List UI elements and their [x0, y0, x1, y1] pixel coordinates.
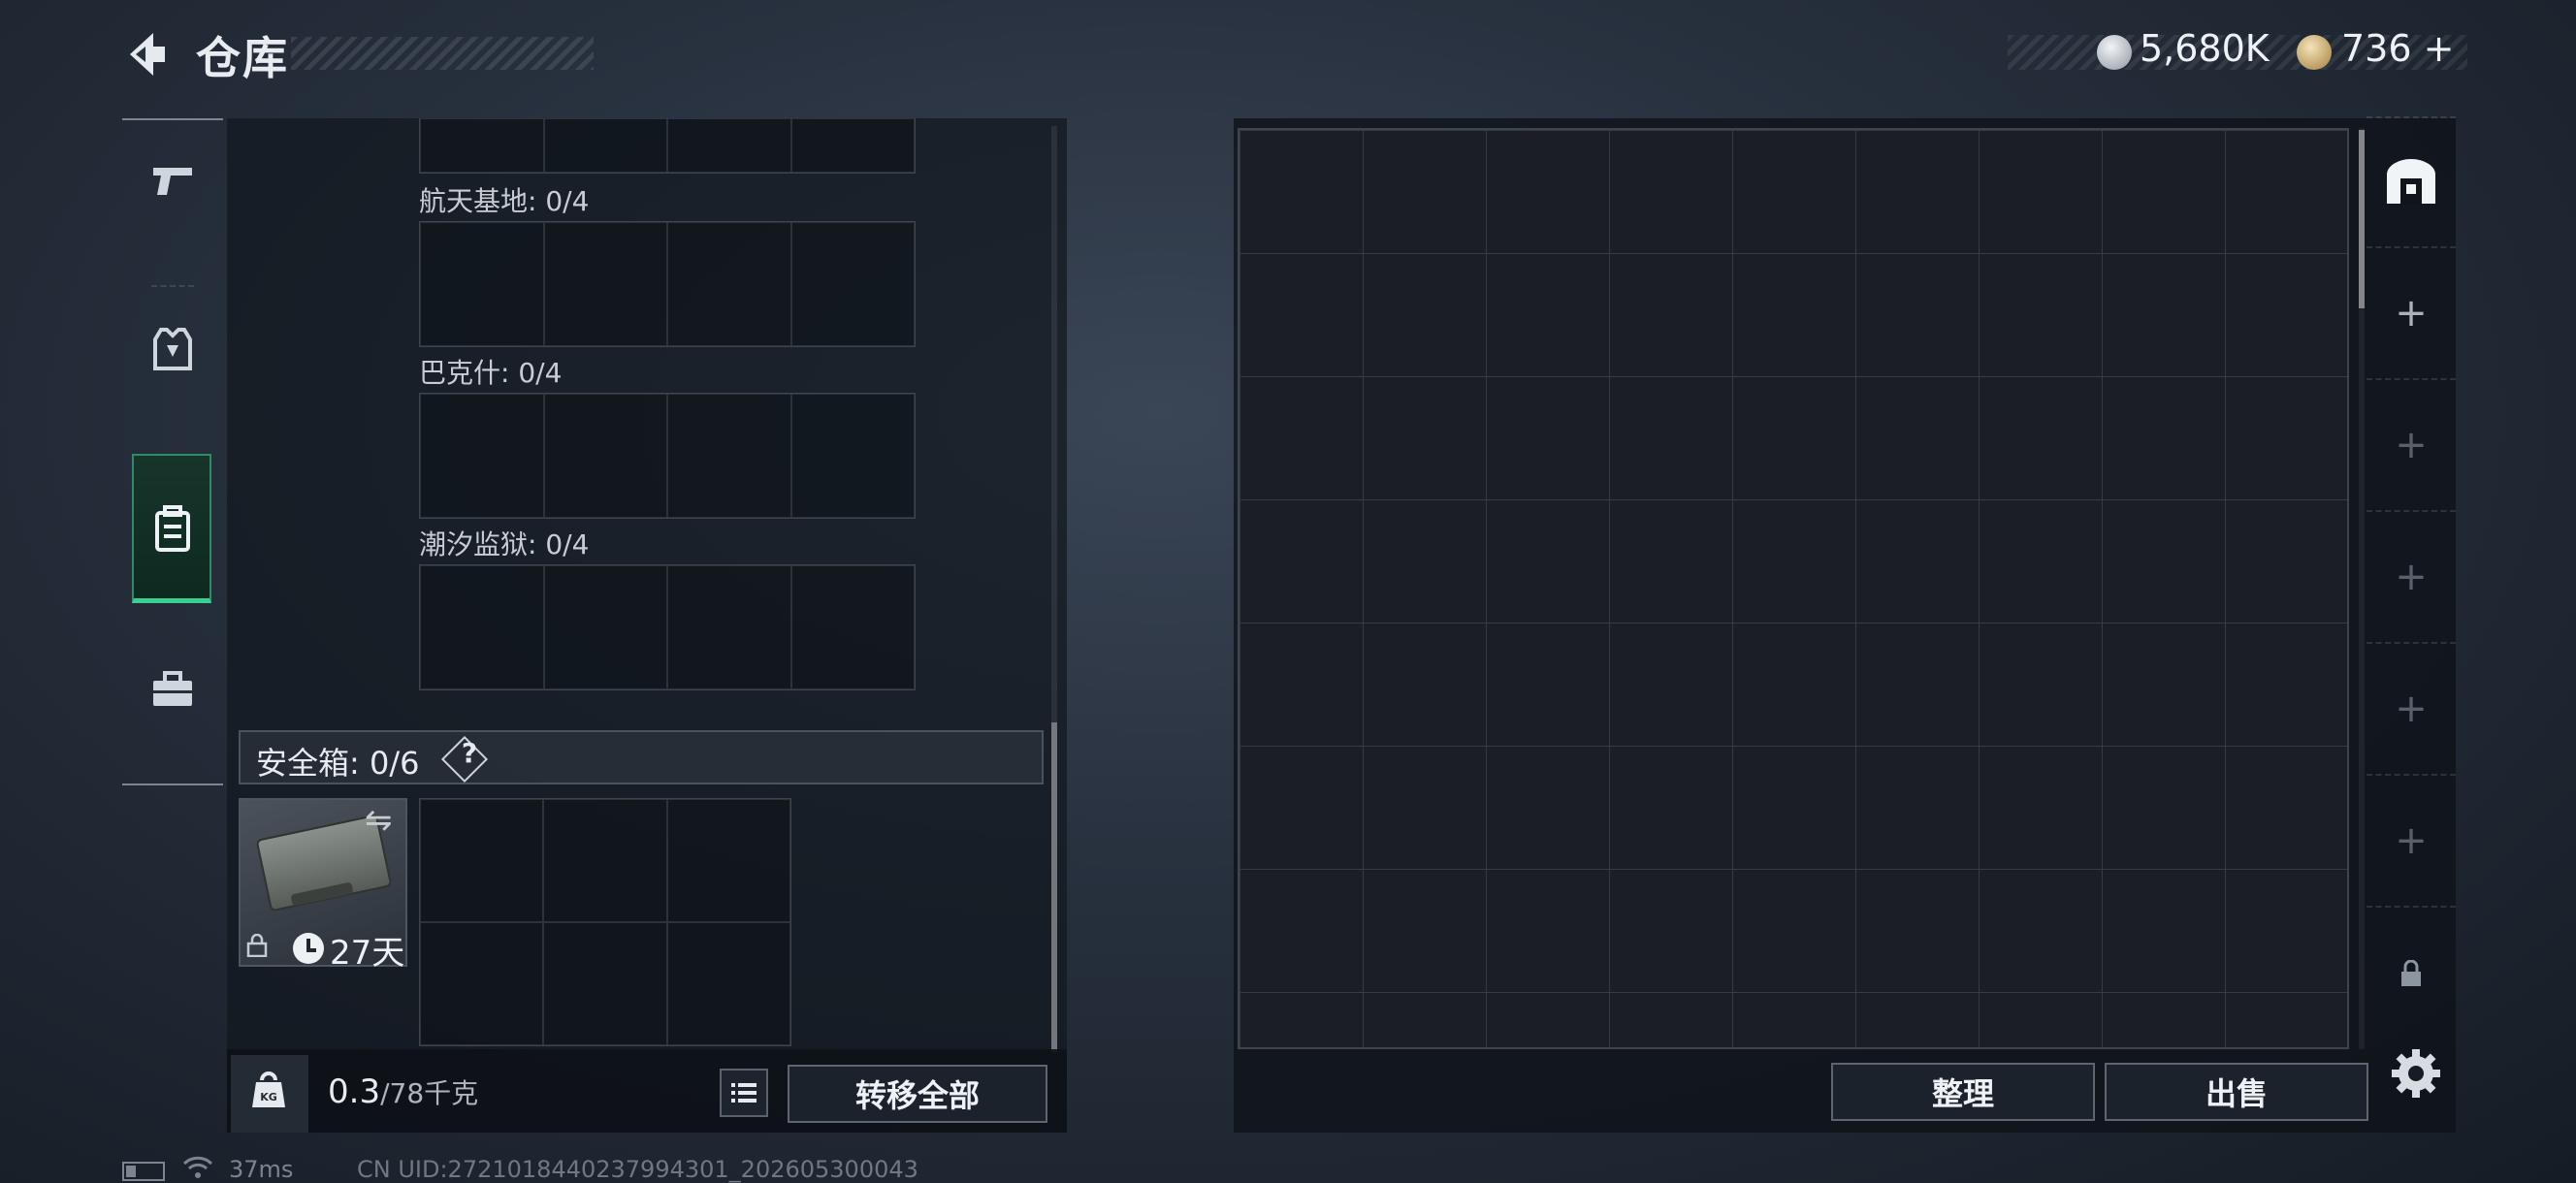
pistol-icon [153, 168, 192, 195]
storage-scrollbar-thumb[interactable] [1051, 722, 1057, 1052]
armor-vest-icon [153, 328, 192, 370]
swap-icon[interactable]: ⇋ [365, 801, 393, 840]
lock-icon [2401, 960, 2421, 986]
svg-text:KG: KG [260, 1091, 277, 1103]
secure-box-grid[interactable] [419, 798, 791, 1046]
gear-icon[interactable] [2388, 1045, 2444, 1102]
silver-coin-icon [2097, 35, 2132, 70]
page-title: 仓库 [196, 32, 289, 84]
gold-coin-icon [2297, 35, 2332, 70]
silver-currency-value: 5,680K [2140, 27, 2270, 70]
weight-icon: KG [252, 1071, 285, 1107]
wifi-icon [182, 1156, 213, 1178]
map-slot-label: 巴克什: 0/4 [419, 357, 563, 389]
container-tab-backpack[interactable] [2367, 116, 2456, 248]
add-container-slot[interactable]: + [2367, 644, 2456, 776]
weight-readout: 0.3/78千克 [328, 1072, 479, 1111]
nav-weapons[interactable] [134, 126, 211, 233]
add-container-slot[interactable]: + [2367, 248, 2456, 380]
sell-button[interactable]: 出售 [2105, 1063, 2368, 1121]
add-container-slot[interactable]: + [2367, 512, 2456, 644]
add-currency-button[interactable]: + [2424, 27, 2455, 70]
gold-currency-value: 736 + [2341, 27, 2455, 70]
battery-level [126, 1166, 136, 1177]
sort-button[interactable]: 整理 [1831, 1063, 2095, 1121]
nav-backpack[interactable] [134, 475, 211, 582]
slot-grid-partial[interactable] [419, 118, 916, 174]
secure-box-label: 安全箱: 0/6 [256, 745, 420, 782]
backpack-scrollbar-thumb[interactable] [2359, 130, 2365, 308]
map-slot-label: 航天基地: 0/4 [419, 185, 590, 217]
add-container-slot[interactable]: + [2367, 776, 2456, 908]
add-container-slot[interactable]: + [2367, 380, 2456, 512]
help-label[interactable]: ? [456, 737, 483, 769]
locked-container-slot [2367, 908, 2456, 1039]
lock-icon [246, 934, 268, 957]
ping-readout: 37ms [229, 1156, 294, 1183]
user-id: CN UID:2721018440237994301_202605300043 [357, 1156, 918, 1183]
list-icon [731, 1083, 757, 1103]
toolbox-icon [153, 671, 192, 706]
title-decoration [291, 37, 594, 70]
transfer-all-button[interactable]: 转移全部 [788, 1065, 1047, 1123]
backpack-container-icon [2387, 159, 2435, 204]
backpack-icon [155, 505, 190, 552]
map-slot-grid[interactable] [419, 221, 916, 347]
map-slot-grid[interactable] [419, 564, 916, 690]
container-sidebar: + + + + + [2367, 116, 2456, 1055]
clock-hand [306, 948, 316, 952]
backpack-grid[interactable] [1238, 128, 2349, 1049]
nav-armor[interactable] [134, 297, 211, 403]
expiry-days: 27天 [330, 934, 405, 973]
nav-toolbox[interactable] [134, 636, 211, 743]
map-slot-grid[interactable] [419, 393, 916, 519]
map-slot-label: 潮汐监狱: 0/4 [419, 528, 590, 560]
category-nav [122, 118, 223, 785]
back-arrow-icon[interactable] [124, 29, 171, 80]
list-view-button[interactable] [720, 1069, 768, 1117]
